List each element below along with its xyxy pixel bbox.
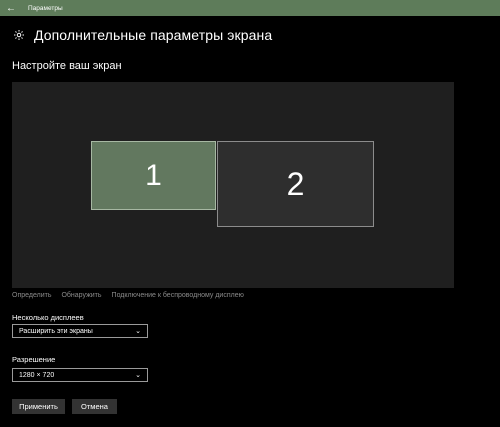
display-links: Определить Обнаружить Подключение к бесп… <box>12 292 244 299</box>
multiple-displays-value: Расширить эти экраны <box>19 327 93 335</box>
multiple-displays-label: Несколько дисплеев <box>12 313 84 322</box>
detect-link[interactable]: Обнаружить <box>61 292 101 299</box>
multiple-displays-select[interactable]: Расширить эти экраны ⌄ <box>12 324 148 338</box>
display-arrangement-area: 1 2 <box>12 82 454 288</box>
monitor-2[interactable]: 2 <box>217 141 374 227</box>
back-arrow-icon: ← <box>6 2 16 14</box>
chevron-down-icon: ⌄ <box>135 328 141 335</box>
resolution-value: 1280 × 720 <box>19 371 55 379</box>
page-header: Дополнительные параметры экрана <box>12 27 272 43</box>
gear-icon <box>12 28 26 42</box>
resolution-label: Разрешение <box>12 355 56 364</box>
resolution-select[interactable]: 1280 × 720 ⌄ <box>12 368 148 382</box>
app-title: Параметры <box>28 4 63 12</box>
chevron-down-icon: ⌄ <box>135 372 141 379</box>
monitor-1[interactable]: 1 <box>91 141 216 210</box>
apply-button[interactable]: Применить <box>12 399 65 414</box>
page-title: Дополнительные параметры экрана <box>34 27 273 43</box>
identify-link[interactable]: Определить <box>12 292 51 299</box>
section-title: Настройте ваш экран <box>12 60 122 72</box>
wireless-display-link[interactable]: Подключение к беспроводному дисплею <box>112 292 244 299</box>
cancel-button[interactable]: Отмена <box>72 399 117 414</box>
title-bar: ← Параметры <box>0 0 500 16</box>
back-button[interactable]: ← <box>0 0 22 16</box>
